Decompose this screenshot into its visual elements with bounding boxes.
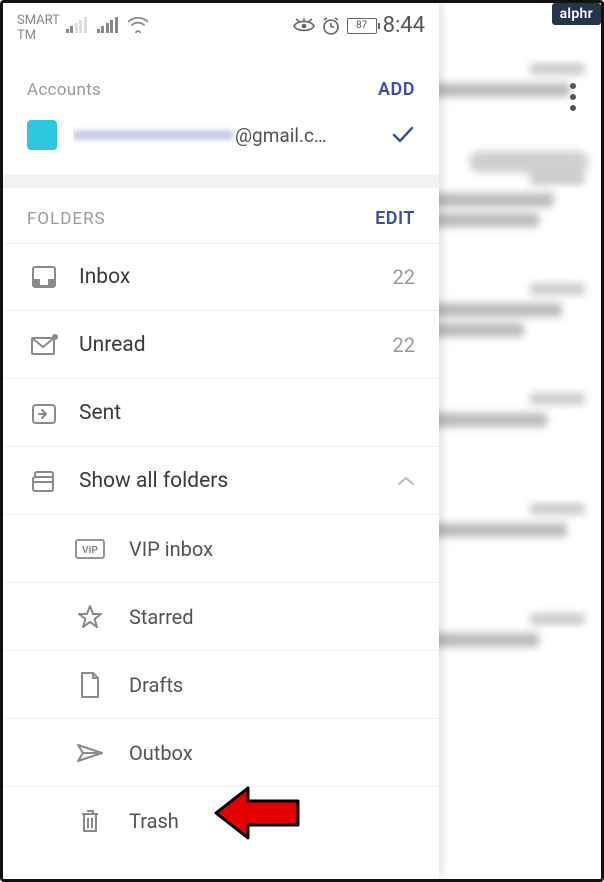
folder-label: Trash xyxy=(129,809,179,833)
folder-inbox[interactable]: Inbox 22 xyxy=(3,243,439,311)
folder-unread[interactable]: Unread 22 xyxy=(3,311,439,379)
star-icon xyxy=(73,604,107,630)
add-account-button[interactable]: ADD xyxy=(378,79,415,100)
account-avatar xyxy=(27,120,57,150)
check-icon xyxy=(391,125,415,145)
watermark-badge: alphr xyxy=(552,3,601,25)
drafts-icon xyxy=(73,671,107,699)
trash-icon xyxy=(73,808,107,834)
outbox-icon xyxy=(73,742,107,764)
wifi-icon xyxy=(128,17,148,33)
folder-label: Sent xyxy=(79,401,121,425)
clock-label: 8:44 xyxy=(383,13,425,38)
edit-folders-button[interactable]: EDIT xyxy=(375,208,415,229)
folder-label: Outbox xyxy=(129,741,193,765)
sent-icon xyxy=(27,401,61,425)
folder-count: 22 xyxy=(393,265,415,289)
folder-trash[interactable]: Trash xyxy=(3,787,439,855)
folder-label: Unread xyxy=(79,333,146,357)
folder-label: Show all folders xyxy=(79,469,228,493)
folder-outbox[interactable]: Outbox xyxy=(3,719,439,787)
folder-label: Drafts xyxy=(129,673,183,697)
more-options-icon[interactable] xyxy=(570,83,576,111)
screenshot-frame: SMART TM 87 8:44 xyxy=(0,0,604,882)
vip-icon: VIP xyxy=(73,539,107,559)
folder-sent[interactable]: Sent xyxy=(3,379,439,447)
folder-show-all[interactable]: Show all folders xyxy=(3,447,439,515)
alarm-icon xyxy=(321,16,341,36)
battery-icon: 87 xyxy=(347,18,377,34)
account-email: @gmail.c… xyxy=(73,124,375,147)
section-divider xyxy=(3,174,439,188)
accounts-header: Accounts ADD xyxy=(3,51,439,110)
navigation-drawer: SMART TM 87 8:44 xyxy=(3,3,439,879)
folder-vip-inbox[interactable]: VIP VIP inbox xyxy=(3,515,439,583)
folder-starred[interactable]: Starred xyxy=(3,583,439,651)
folder-label: VIP inbox xyxy=(129,537,213,561)
carrier-label: SMART TM xyxy=(17,13,60,43)
account-row[interactable]: @gmail.c… xyxy=(3,110,439,174)
status-bar: SMART TM 87 8:44 xyxy=(3,3,439,51)
folder-label: Starred xyxy=(129,605,194,629)
signal-icon xyxy=(97,17,118,33)
folder-list: Inbox 22 Unread 22 Sent Show xyxy=(3,243,439,879)
eye-icon xyxy=(293,18,315,34)
folders-header: FOLDERS EDIT xyxy=(3,188,439,243)
unread-icon xyxy=(27,334,61,356)
accounts-title: Accounts xyxy=(27,80,101,100)
folder-count: 22 xyxy=(393,333,415,357)
folder-drafts[interactable]: Drafts xyxy=(3,651,439,719)
folders-icon xyxy=(27,469,61,493)
folder-label: Inbox xyxy=(79,265,130,289)
inbox-icon xyxy=(27,264,61,290)
folders-title: FOLDERS xyxy=(27,209,106,229)
signal-icon xyxy=(66,17,87,33)
svg-text:VIP: VIP xyxy=(82,545,98,556)
chevron-up-icon xyxy=(397,475,415,487)
